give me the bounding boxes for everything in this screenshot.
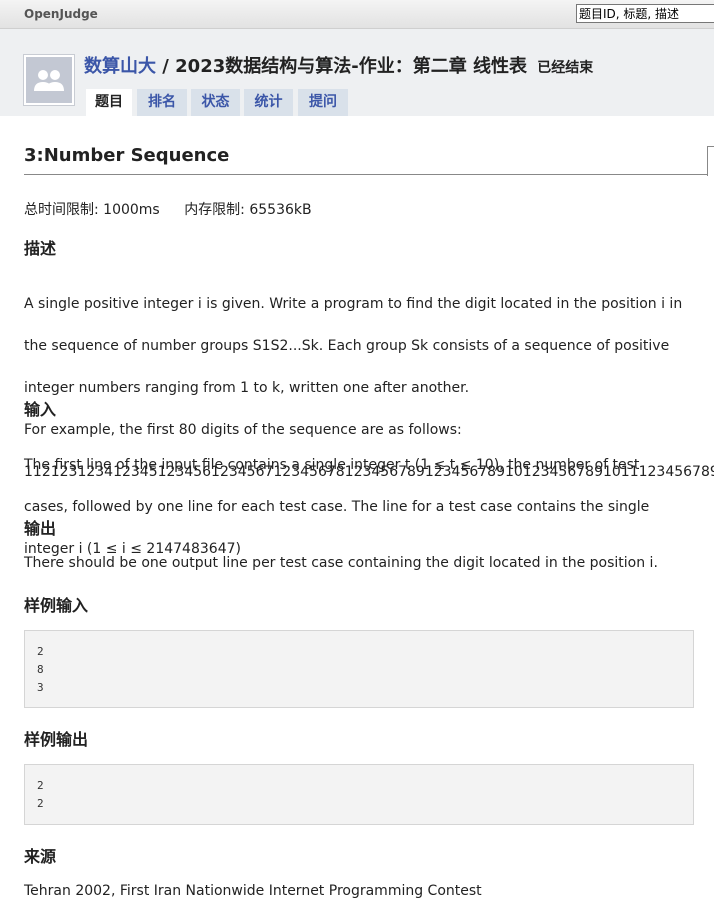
title-separator: / (162, 56, 169, 77)
description-line: A single positive integer i is given. Wr… (24, 296, 683, 312)
description-heading: 描述 (24, 239, 57, 258)
sample-output-heading: 样例输出 (24, 730, 89, 749)
source-heading: 来源 (24, 847, 57, 866)
contest-status: 已经结束 (537, 60, 594, 76)
description-line: the sequence of number groups S1S2...Sk.… (24, 338, 670, 354)
output-heading: 输出 (24, 519, 57, 538)
title-divider (24, 174, 708, 175)
tab-statistics[interactable]: 统计 (244, 89, 293, 116)
tab-questions[interactable]: 提问 (298, 89, 348, 116)
tab-problems[interactable]: 题目 (86, 89, 132, 116)
input-line: The first line of the input file contain… (24, 457, 640, 473)
sample-input-heading: 样例输入 (24, 596, 89, 615)
sample-output-box[interactable]: 2 2 (24, 764, 694, 825)
site-brand[interactable]: OpenJudge (24, 7, 98, 21)
input-heading: 输入 (24, 400, 57, 419)
group-avatar[interactable] (24, 55, 74, 105)
output-body: There should be one output line per test… (24, 555, 658, 571)
contest-title: 2023数据结构与算法-作业：第二章 线性表 (175, 56, 527, 77)
contest-title-line: 数算山大 / 2023数据结构与算法-作业：第二章 线性表 已经结束 (84, 52, 593, 78)
group-link[interactable]: 数算山大 (84, 56, 156, 77)
memory-limit: 内存限制: 65536kB (184, 202, 312, 218)
time-limit: 总时间限制: 1000ms (24, 202, 160, 218)
problem-limits: 总时间限制: 1000ms 内存限制: 65536kB (24, 199, 312, 219)
top-bar: OpenJudge (0, 0, 714, 29)
title-box-corner (707, 146, 714, 176)
sample-input-box[interactable]: 2 8 3 (24, 630, 694, 708)
source-body: Tehran 2002, First Iran Nationwide Inter… (24, 883, 482, 899)
input-line: cases, followed by one line for each tes… (24, 499, 650, 515)
problem-title: 3:Number Sequence (24, 145, 230, 166)
description-line: integer numbers ranging from 1 to k, wri… (24, 380, 470, 396)
tab-status[interactable]: 状态 (191, 89, 240, 116)
contest-header: 数算山大 / 2023数据结构与算法-作业：第二章 线性表 已经结束 题目 排名… (0, 29, 714, 116)
tab-ranking[interactable]: 排名 (137, 89, 187, 116)
search-input[interactable] (576, 4, 714, 23)
group-avatar-icon (26, 57, 72, 103)
